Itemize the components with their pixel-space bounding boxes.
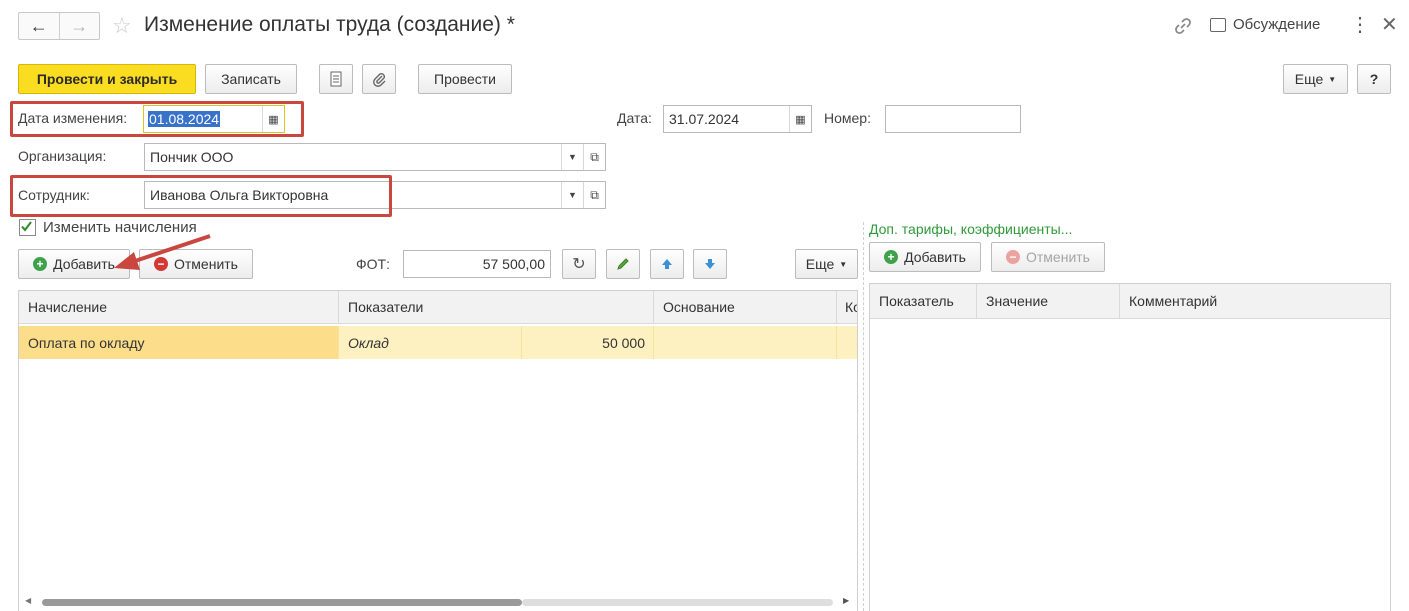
tariffs-title[interactable]: Доп. тарифы, коэффициенты...: [869, 221, 1072, 237]
highlight-employee: [10, 175, 392, 217]
fot-field: 57 500,00: [403, 250, 551, 278]
add-icon: +: [884, 250, 899, 264]
edit-button[interactable]: [606, 249, 640, 279]
refresh-icon: ↻: [572, 256, 586, 273]
annotation-arrow: [114, 234, 211, 270]
move-down-button[interactable]: [693, 249, 727, 279]
column-comment[interactable]: Комментарий: [1120, 284, 1390, 318]
horizontal-scrollbar[interactable]: ◀ ▶: [19, 595, 857, 609]
attachment-icon-button[interactable]: [362, 64, 396, 94]
indicator-cell: Оклад: [339, 326, 522, 359]
add-icon: +: [33, 257, 48, 271]
refresh-button[interactable]: ↻: [562, 249, 596, 279]
more-menu-button[interactable]: Еще ▼: [1283, 64, 1348, 94]
back-arrow-icon[interactable]: ←: [19, 13, 60, 39]
column-accrual[interactable]: Начисление: [19, 291, 339, 323]
dropdown-arrow-icon: ▼: [839, 259, 848, 269]
fot-label: ФОТ:: [356, 256, 390, 272]
open-form-icon[interactable]: ⧉: [583, 182, 605, 208]
organization-field[interactable]: Пончик ООО ▼ ⧉: [144, 143, 606, 171]
save-button[interactable]: Записать: [205, 64, 297, 94]
amount-cell: 50 000: [522, 326, 654, 359]
checkbox-checked-icon: [19, 219, 36, 236]
accruals-table: Начисление Показатели Основание Ко Оплат…: [18, 290, 858, 611]
post-button[interactable]: Провести: [418, 64, 512, 94]
paperclip-icon: [373, 73, 386, 87]
favorite-star-icon[interactable]: ☆: [112, 12, 132, 40]
pencil-icon: [617, 258, 629, 270]
more-label: Еще: [805, 256, 835, 272]
column-indicators[interactable]: Показатели: [339, 291, 654, 323]
move-up-button[interactable]: [650, 249, 684, 279]
organization-label: Организация:: [18, 148, 107, 164]
close-icon[interactable]: ✕: [1381, 12, 1398, 38]
tariffs-table: Показатель Значение Комментарий: [869, 283, 1391, 611]
column-basis[interactable]: Основание: [654, 291, 837, 323]
column-partial[interactable]: Ко: [837, 291, 857, 323]
accrual-cell: Оплата по окладу: [19, 326, 339, 359]
help-button[interactable]: ?: [1357, 64, 1391, 94]
number-label: Номер:: [824, 110, 871, 126]
accruals-more-button[interactable]: Еще ▼: [795, 249, 858, 279]
basis-cell: [654, 326, 837, 359]
date-label: Дата:: [617, 110, 652, 126]
dropdown-arrow-icon[interactable]: ▼: [561, 182, 583, 208]
number-field[interactable]: [885, 105, 1021, 133]
open-form-icon[interactable]: ⧉: [583, 144, 605, 170]
fot-value: 57 500,00: [482, 256, 545, 272]
dropdown-arrow-icon[interactable]: ▼: [561, 144, 583, 170]
more-vertical-icon[interactable]: ⋮: [1350, 14, 1370, 36]
calendar-icon[interactable]: ▦: [789, 106, 811, 132]
window-title: Изменение оплаты труда (создание) *: [144, 13, 515, 36]
scrollbar-thumb[interactable]: [42, 599, 522, 606]
chat-icon: [1210, 17, 1226, 32]
add-label: Добавить: [904, 249, 966, 265]
discussion-label: Обсуждение: [1233, 16, 1321, 33]
nav-button-group: ← →: [18, 12, 100, 40]
organization-value: Пончик ООО: [150, 149, 234, 165]
cancel-tariff-button[interactable]: − Отменить: [991, 242, 1105, 272]
arrow-up-icon: [662, 259, 672, 269]
forward-arrow-icon[interactable]: →: [60, 13, 100, 39]
highlight-change-date: [10, 101, 304, 137]
post-and-close-button[interactable]: Провести и закрыть: [18, 64, 196, 94]
accruals-header: Начисление Показатели Основание Ко: [19, 291, 857, 324]
cancel-label: Отменить: [1026, 249, 1090, 265]
dropdown-arrow-icon: ▼: [1328, 74, 1337, 84]
scroll-right-icon[interactable]: ▶: [843, 596, 849, 605]
cancel-icon: −: [1006, 250, 1020, 264]
scroll-left-icon[interactable]: ◀: [25, 596, 31, 605]
date-value: 31.07.2024: [669, 111, 740, 127]
tariffs-header: Показатель Значение Комментарий: [870, 284, 1390, 319]
link-icon[interactable]: [1172, 15, 1194, 37]
column-indicator[interactable]: Показатель: [870, 284, 977, 318]
panel-splitter[interactable]: [863, 222, 864, 611]
document-icon: [330, 71, 342, 87]
arrow-down-icon: [705, 259, 715, 269]
column-value[interactable]: Значение: [977, 284, 1120, 318]
more-label: Еще: [1294, 71, 1324, 87]
scrollbar-track: [522, 599, 833, 606]
date-field[interactable]: 31.07.2024 ▦: [663, 105, 812, 133]
table-row[interactable]: Оплата по окладу Оклад 50 000: [19, 326, 857, 359]
discussion-button[interactable]: Обсуждение: [1210, 16, 1320, 33]
add-tariff-button[interactable]: + Добавить: [869, 242, 981, 272]
document-icon-button[interactable]: [319, 64, 353, 94]
